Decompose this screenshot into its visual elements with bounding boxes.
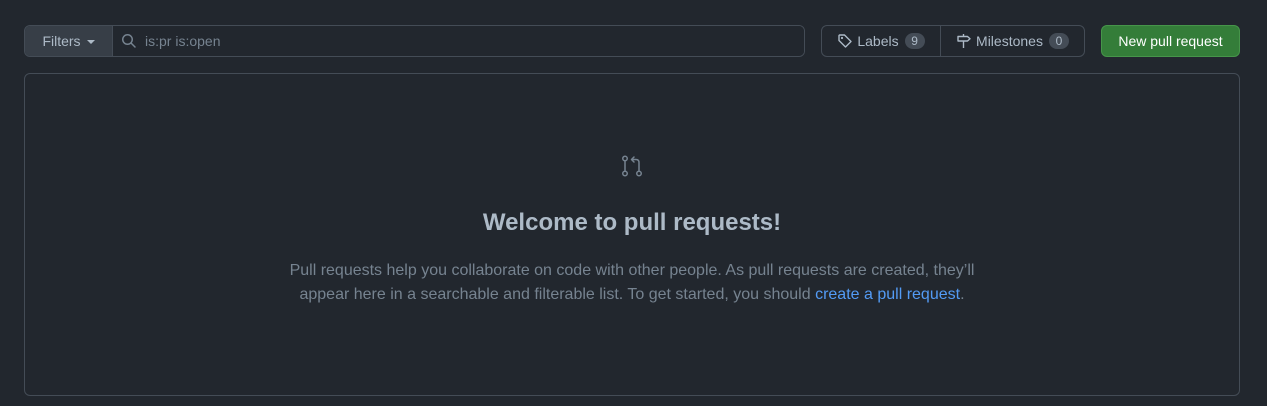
blankslate-description: Pull requests help you collaborate on co… (280, 259, 984, 307)
new-pull-request-button[interactable]: New pull request (1101, 25, 1240, 57)
labels-milestones-group: Labels 9 Milestones 0 (821, 25, 1085, 57)
filters-button[interactable]: Filters (25, 26, 113, 56)
labels-button[interactable]: Labels 9 (822, 26, 941, 56)
chevron-down-icon (86, 40, 95, 44)
new-pull-request-label: New pull request (1118, 33, 1223, 49)
create-pull-request-link[interactable]: create a pull request (815, 286, 960, 303)
tag-icon (838, 34, 853, 48)
blankslate: Welcome to pull requests! Pull requests … (24, 73, 1240, 396)
milestone-icon (957, 34, 971, 48)
git-pull-request-icon (622, 155, 642, 177)
pr-toolbar: Filters Labels 9 Milestone (24, 25, 1240, 57)
labels-label: Labels (857, 33, 899, 49)
search-box (113, 26, 804, 56)
filters-search-group: Filters (24, 25, 805, 57)
labels-count-badge: 9 (904, 33, 925, 49)
milestones-button[interactable]: Milestones 0 (941, 26, 1084, 56)
search-icon (122, 34, 136, 48)
milestones-label: Milestones (976, 33, 1043, 49)
blankslate-text-end: . (960, 286, 965, 303)
milestones-count-badge: 0 (1048, 33, 1069, 49)
filters-label: Filters (42, 33, 81, 49)
search-input[interactable] (145, 27, 804, 55)
blankslate-title: Welcome to pull requests! (482, 209, 782, 236)
